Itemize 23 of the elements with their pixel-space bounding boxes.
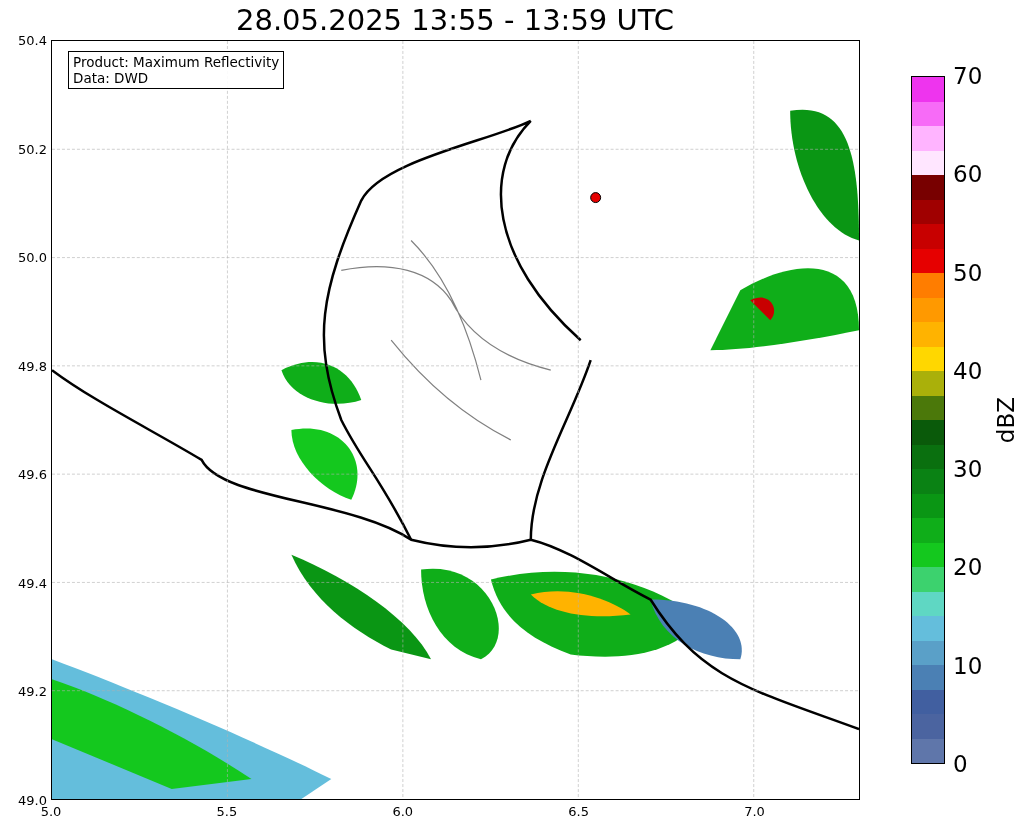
axis-tick-label: 7.0 [744,804,765,819]
colorbar-tick-label: 20 [953,554,983,581]
colorbar-tick-label: 10 [953,652,983,679]
legend-text: Product: Maximum Reflectivity [73,54,280,70]
legend-text: Data: DWD [73,70,150,86]
colorbar-tick-label: 30 [953,456,983,483]
colorbar-tick-label: 50 [953,259,983,286]
axis-tick-label: 49.8 [18,358,47,374]
axis-tick-label: 50.4 [18,32,47,48]
colorbar-tick-label: 60 [953,161,983,188]
axis-tick-label: 49.2 [18,683,47,699]
axis-tick-label: 49.6 [18,466,47,482]
axis-tick-label: 49.4 [18,575,47,591]
colorbar-tick-label: 70 [953,63,983,89]
colorbar-tick-label: 40 [953,357,983,384]
colorbar-tick-label: 0 [953,751,968,777]
axis-tick-label: 5.5 [216,804,238,819]
colorbar-label: dBZ [993,396,1019,444]
axis-tick-label: 6.5 [568,804,589,819]
axis-tick-label: 50.2 [18,141,47,157]
chart-title: 28.05.2025 13:55 - 13:59 UTC [236,2,674,39]
axis-tick-label: 6.0 [392,804,414,819]
axis-tick-label: 50.0 [18,249,47,265]
